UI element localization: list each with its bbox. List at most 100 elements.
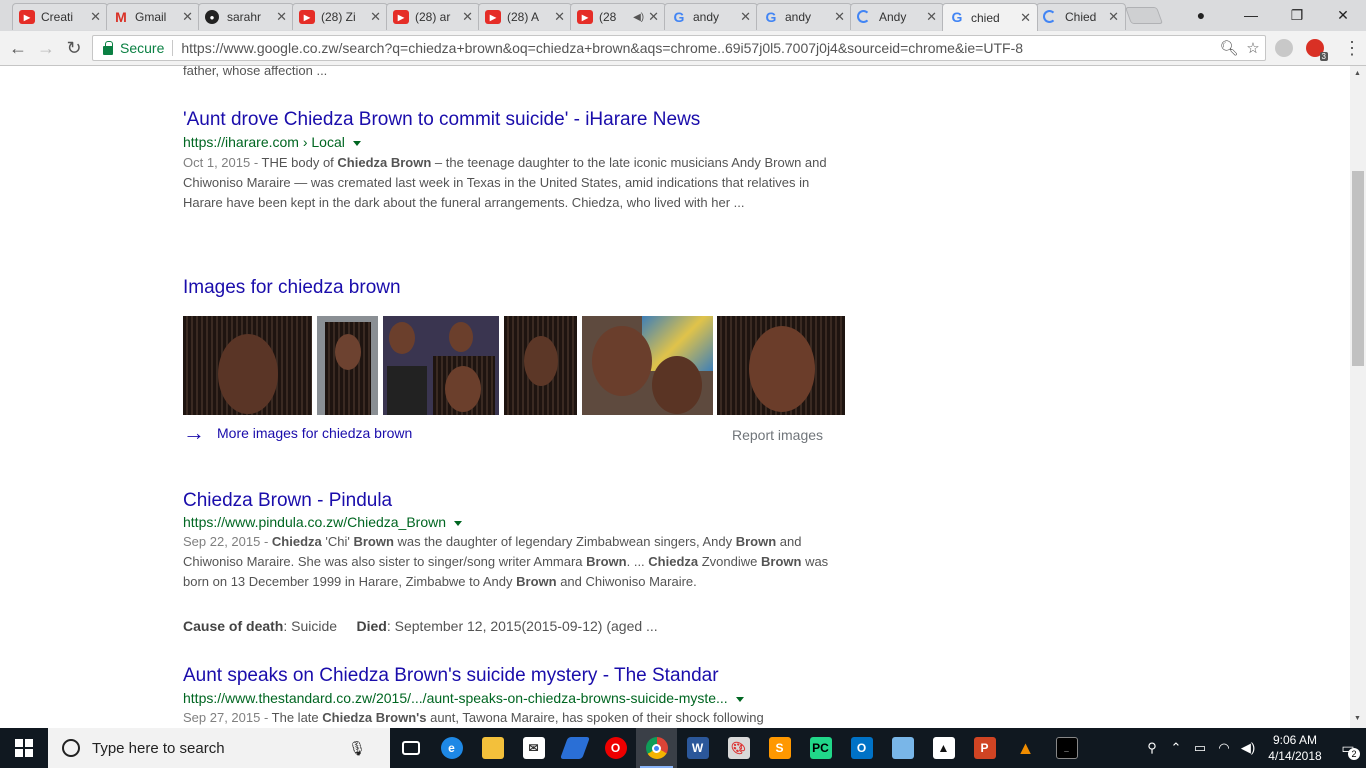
close-tab-icon[interactable]: ✕: [370, 9, 381, 25]
wifi-icon[interactable]: ◠: [1212, 740, 1236, 756]
close-tab-icon[interactable]: ✕: [182, 9, 193, 25]
sublime-icon[interactable]: S: [759, 728, 800, 768]
new-tab-button[interactable]: [1124, 7, 1164, 24]
image-thumbnail[interactable]: [717, 316, 845, 415]
forward-icon[interactable]: →: [34, 36, 58, 60]
address-bar[interactable]: Secure https://www.google.co.zw/search?q…: [92, 35, 1266, 61]
fact-label-cause: Cause of death: [183, 618, 284, 634]
volume-icon[interactable]: ◀): [1236, 740, 1260, 756]
tab-9[interactable]: G andy ✕: [756, 3, 852, 30]
word-icon[interactable]: W: [677, 728, 718, 768]
result-url-standard[interactable]: https://www.thestandard.co.zw/2015/.../a…: [183, 690, 744, 706]
tab-4[interactable]: ▶ (28) Zi ✕: [292, 3, 388, 30]
close-window-button[interactable]: ✕: [1320, 0, 1366, 30]
image-thumbnail[interactable]: [183, 316, 312, 415]
report-images-link[interactable]: Report images: [732, 427, 823, 443]
microphone-icon[interactable]: 🎙︎: [348, 740, 366, 757]
close-tab-icon[interactable]: ✕: [1020, 10, 1031, 26]
cortana-icon: [62, 739, 80, 757]
image-thumbnail[interactable]: [383, 316, 499, 415]
result-facts-pindula: Cause of death: Suicide Died: September …: [183, 618, 658, 634]
tab-8[interactable]: G andy ✕: [664, 3, 758, 30]
youtube-icon: ▶: [299, 10, 315, 24]
image-thumbnail[interactable]: [317, 316, 378, 415]
result-title-iharare[interactable]: 'Aunt drove Chiedza Brown to commit suic…: [183, 109, 700, 131]
pycharm-icon[interactable]: PC: [800, 728, 841, 768]
windows-taskbar: Type here to search 🎙︎ e ✉ O W 🎨︎ S PC O…: [0, 728, 1366, 768]
scroll-down-icon[interactable]: ▼: [1354, 715, 1361, 722]
tab-2[interactable]: M Gmail ✕: [106, 3, 200, 30]
menu-icon[interactable]: ⋮: [1343, 37, 1361, 59]
more-images-link[interactable]: → More images for chiedza brown: [183, 422, 412, 444]
task-view-icon[interactable]: [390, 728, 431, 768]
back-icon[interactable]: ←: [6, 36, 30, 60]
clock[interactable]: 9:06 AM 4/14/2018: [1260, 732, 1330, 764]
tab-title: chied: [971, 10, 1000, 25]
page-scrollbar[interactable]: ▲ ▼: [1350, 66, 1366, 728]
restore-button[interactable]: ❐: [1274, 0, 1320, 30]
close-tab-icon[interactable]: ✕: [276, 9, 287, 25]
result-snippet-standard: Sep 27, 2015 - The late Chiedza Brown's …: [183, 708, 843, 728]
result-title-pindula[interactable]: Chiedza Brown - Pindula: [183, 490, 392, 512]
image-thumbnail[interactable]: [504, 316, 577, 415]
chevron-up-icon[interactable]: ⌃: [1164, 740, 1188, 756]
url-text[interactable]: https://www.google.co.zw/search?q=chiedz…: [181, 40, 1217, 56]
scroll-thumb[interactable]: [1352, 171, 1364, 366]
tab-6[interactable]: ▶ (28) A ✕: [478, 3, 572, 30]
notepad-icon[interactable]: [882, 728, 923, 768]
taskbar-search[interactable]: Type here to search 🎙︎: [48, 728, 390, 768]
github-icon: ●: [205, 10, 219, 24]
vlc-icon[interactable]: ▲: [1005, 728, 1046, 768]
tab-7[interactable]: ▶ (28 ◀) ✕: [570, 3, 666, 30]
tab-5[interactable]: ▶ (28) ar ✕: [386, 3, 480, 30]
powerpoint-icon[interactable]: P: [964, 728, 1005, 768]
lock-icon: [103, 40, 113, 55]
close-tab-icon[interactable]: ✕: [1108, 9, 1119, 25]
opera-icon[interactable]: O: [595, 728, 636, 768]
app-icon[interactable]: [554, 728, 595, 768]
profile-icon[interactable]: ●: [1178, 0, 1224, 30]
outlook-icon[interactable]: O: [841, 728, 882, 768]
people-icon[interactable]: ⚲: [1140, 740, 1164, 756]
photos-icon[interactable]: ▲: [923, 728, 964, 768]
url-dropdown-icon[interactable]: [735, 696, 744, 702]
result-url-pindula[interactable]: https://www.pindula.co.zw/Chiedza_Brown: [183, 514, 463, 530]
mail-icon[interactable]: ✉: [513, 728, 554, 768]
close-tab-icon[interactable]: ✕: [90, 9, 101, 25]
close-tab-icon[interactable]: ✕: [554, 9, 565, 25]
result-title-standard[interactable]: Aunt speaks on Chiedza Brown's suicide m…: [183, 665, 719, 687]
speaker-icon[interactable]: ◀): [633, 12, 644, 23]
paint-icon[interactable]: 🎨︎: [718, 728, 759, 768]
close-tab-icon[interactable]: ✕: [926, 9, 937, 25]
minimize-button[interactable]: —: [1228, 0, 1274, 30]
terminal-icon[interactable]: _: [1046, 728, 1087, 768]
notification-center-icon[interactable]: ▭ 2: [1330, 728, 1366, 768]
close-tab-icon[interactable]: ✕: [648, 9, 659, 25]
reload-icon[interactable]: ↻: [62, 36, 86, 60]
tab-3[interactable]: ● sarahr ✕: [198, 3, 294, 30]
chrome-icon[interactable]: [636, 728, 677, 768]
bookmark-star-icon[interactable]: ☆: [1241, 39, 1265, 57]
tab-1[interactable]: ▶ Creati ✕: [12, 3, 108, 30]
start-button[interactable]: [0, 728, 48, 768]
result-url-iharare[interactable]: https://iharare.com › Local: [183, 134, 361, 150]
tab-10[interactable]: Andy ✕: [850, 3, 944, 30]
image-thumbnail[interactable]: [582, 316, 713, 415]
images-heading[interactable]: Images for chiedza brown: [183, 277, 401, 299]
extension-icon[interactable]: [1275, 39, 1293, 57]
close-tab-icon[interactable]: ✕: [462, 9, 473, 25]
close-tab-icon[interactable]: ✕: [740, 9, 751, 25]
scroll-up-icon[interactable]: ▲: [1354, 70, 1361, 77]
file-explorer-icon[interactable]: [472, 728, 513, 768]
edge-icon[interactable]: e: [431, 728, 472, 768]
search-results-page: father, whose affection ... 'Aunt drove …: [0, 66, 1350, 728]
battery-icon[interactable]: ▭: [1188, 740, 1212, 756]
url-dropdown-icon[interactable]: [352, 140, 361, 146]
tab-title: andy: [785, 10, 812, 24]
zoom-icon[interactable]: 🔍︎: [1217, 39, 1241, 57]
url-dropdown-icon[interactable]: [454, 520, 463, 526]
tab-11-active[interactable]: G chied ✕: [942, 3, 1038, 31]
close-tab-icon[interactable]: ✕: [834, 9, 845, 25]
extension-badge-icon[interactable]: 3: [1306, 39, 1328, 61]
tab-12[interactable]: Chied ✕: [1036, 3, 1126, 30]
